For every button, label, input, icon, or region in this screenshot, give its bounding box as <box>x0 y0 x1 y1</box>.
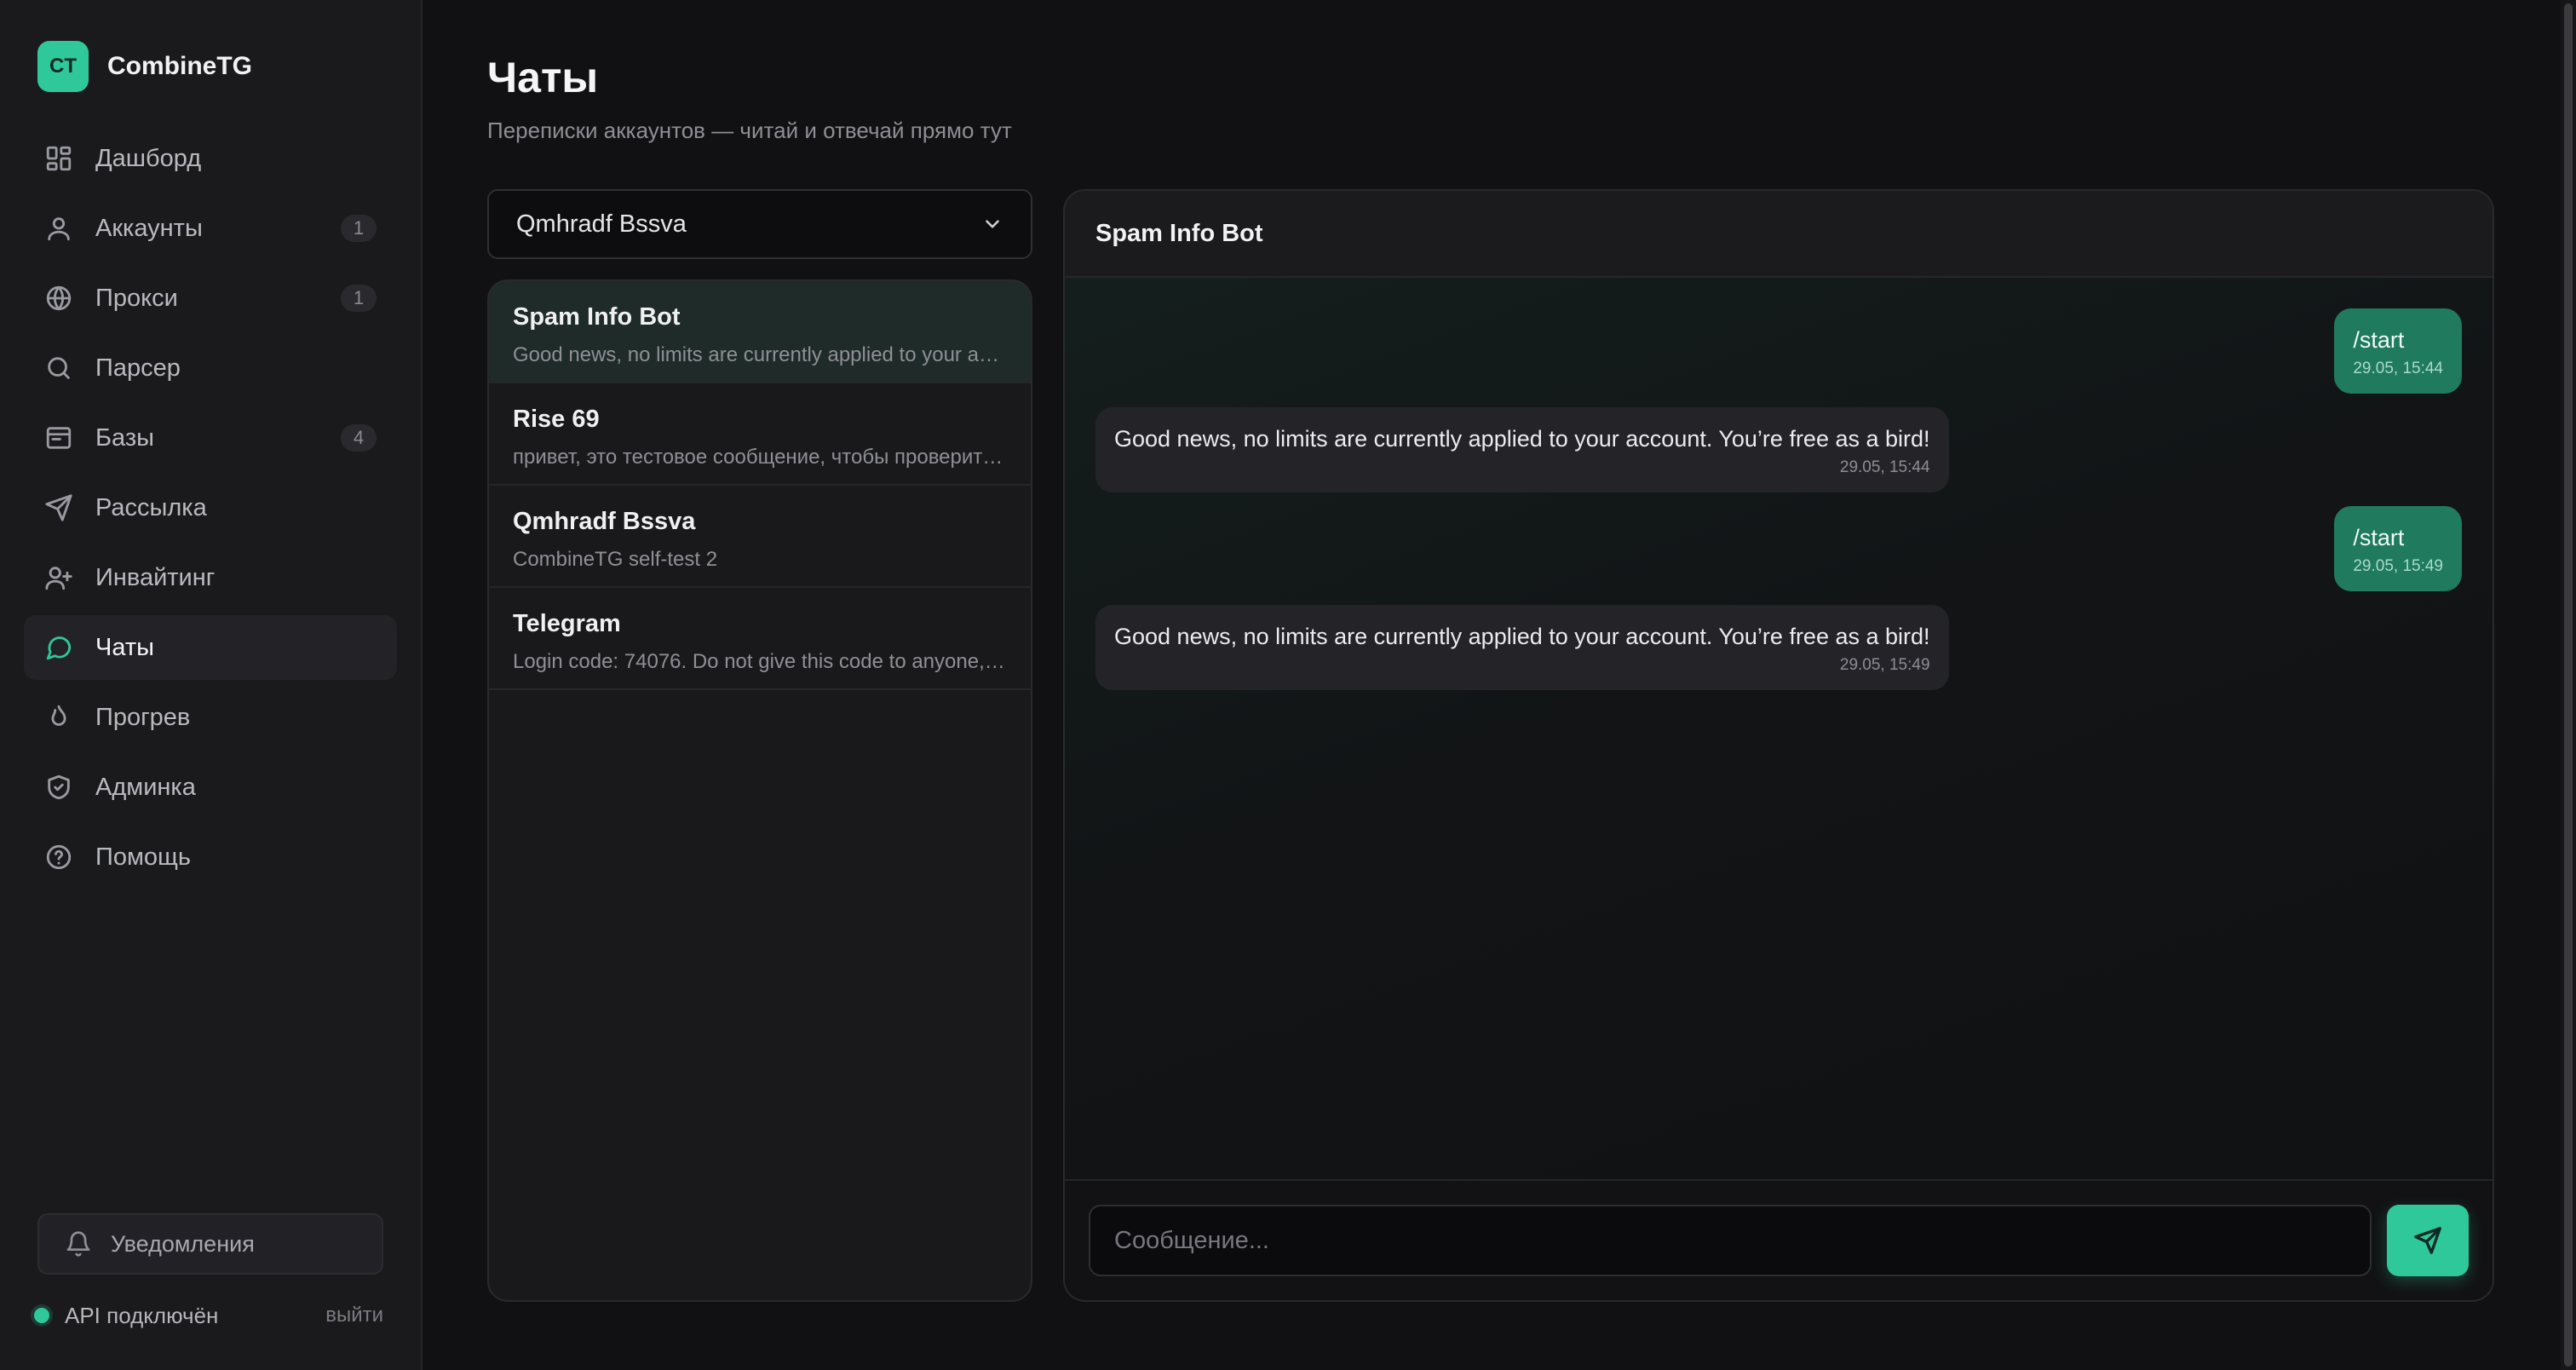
message-list: /start 29.05, 15:44 Good news, no limits a… <box>1095 308 2462 704</box>
chat-name: Rise 69 <box>513 406 600 433</box>
message-text: Good news, no limits are currently appli… <box>1114 624 1930 649</box>
flame-icon <box>44 703 73 732</box>
message-bubble[interactable]: Good news, no limits are currently appli… <box>1095 605 1949 690</box>
dashboard-icon <box>44 144 73 173</box>
message-bubble[interactable]: /start 29.05, 15:49 <box>2334 506 2462 591</box>
account-select-value: Qmhradf Bssva <box>516 210 687 238</box>
sidebar-item-label: Инвайтинг <box>95 563 216 591</box>
main-content: Чаты Переписки аккаунтов — читай и отвеч… <box>423 0 2576 1370</box>
search-icon <box>44 354 73 383</box>
sidebar-item-label: Прогрев <box>95 703 191 731</box>
sidebar-item-user-plus[interactable]: Инвайтинг <box>24 545 397 610</box>
sidebar-item-user[interactable]: Аккаунты 1 <box>24 196 397 261</box>
api-status: API подключён выйти <box>34 1298 383 1333</box>
notifications-label: Уведомления <box>111 1230 255 1257</box>
message-text: /start <box>2353 525 2405 550</box>
brand[interactable]: CT CombineTG <box>37 41 252 92</box>
count-badge: 1 <box>341 215 377 242</box>
chat-preview: Login code: 74076. Do not give this code… <box>513 650 1007 673</box>
message-bubble[interactable]: Good news, no limits are currently appli… <box>1095 407 1949 492</box>
incoming-message: Good news, no limits are currently appli… <box>1095 407 2462 492</box>
sidebar-nav: Дашборд Аккаунты 1 Прокси 1 Парсер Базы 4 Рассыл… <box>24 126 397 895</box>
sidebar-item-search[interactable]: Парсер <box>24 336 397 400</box>
chat-list-item[interactable]: Spam Info Bot Good news, no limits are cu… <box>489 281 1031 383</box>
chevron-down-icon <box>986 220 999 228</box>
chat-name: Telegram <box>513 610 621 637</box>
chat-preview: CombineTG self-test 2 <box>513 548 718 571</box>
sidebar-item-database[interactable]: Базы 4 <box>24 406 397 470</box>
count-badge: 1 <box>341 285 377 312</box>
chat-list-item[interactable]: Rise 69 привет, это тестовое сообщение, ч… <box>489 383 1031 486</box>
sidebar-item-label: Парсер <box>95 354 181 382</box>
brand-logo: CT <box>37 41 89 92</box>
sidebar-item-help[interactable]: Помощь <box>24 825 397 889</box>
brand-name: CombineTG <box>107 52 252 80</box>
outgoing-message: /start 29.05, 15:44 <box>1095 308 2462 394</box>
incoming-message: Good news, no limits are currently appli… <box>1095 605 2462 690</box>
chat-name: Qmhradf Bssva <box>513 508 696 535</box>
user-plus-icon <box>44 563 73 592</box>
sidebar-item-label: Аккаунты <box>95 214 203 242</box>
sidebar: CT CombineTG Дашборд Аккаунты 1 Прокси 1 Парс… <box>0 0 423 1370</box>
outgoing-message: /start 29.05, 15:49 <box>1095 506 2462 591</box>
app-window: CT CombineTG Дашборд Аккаунты 1 Прокси 1 Парс… <box>0 0 2576 1370</box>
help-icon <box>44 843 73 872</box>
message-timestamp: 29.05, 15:44 <box>2353 360 2443 377</box>
sidebar-item-send[interactable]: Рассылка <box>24 475 397 540</box>
page-title: Чаты <box>487 54 599 101</box>
chat-list: Spam Info Bot Good news, no limits are cu… <box>487 279 1032 1302</box>
message-timestamp: 29.05, 15:49 <box>1839 656 1930 674</box>
logout-link[interactable]: выйти <box>325 1304 383 1327</box>
sidebar-item-label: Админка <box>95 773 196 801</box>
globe-icon <box>44 284 73 313</box>
chat-name: Spam Info Bot <box>513 303 681 331</box>
message-input[interactable] <box>1089 1205 2372 1276</box>
account-select[interactable]: Qmhradf Bssva <box>487 189 1032 259</box>
notifications-button[interactable]: Уведомления <box>37 1213 383 1275</box>
send-button[interactable] <box>2387 1205 2469 1276</box>
sidebar-item-label: Чаты <box>95 633 154 661</box>
sidebar-item-label: Базы <box>95 423 154 452</box>
message-bubble[interactable]: /start 29.05, 15:44 <box>2334 308 2462 394</box>
shield-icon <box>44 773 73 802</box>
sidebar-item-flame[interactable]: Прогрев <box>24 685 397 750</box>
composer <box>1065 1179 2493 1300</box>
page-scrollbar[interactable] <box>2561 0 2576 1370</box>
count-badge: 4 <box>341 424 377 452</box>
sidebar-item-label: Рассылка <box>95 493 207 521</box>
api-status-text: API подключён <box>65 1302 219 1328</box>
scrollbar-thumb[interactable] <box>2564 3 2573 1367</box>
status-dot <box>34 1308 49 1323</box>
sidebar-item-globe[interactable]: Прокси 1 <box>24 266 397 331</box>
conversation-panel: Spam Info Bot /start 29.05, 15:44 Good new… <box>1063 189 2494 1302</box>
message-text: Good news, no limits are currently appli… <box>1114 426 1930 452</box>
database-icon <box>44 423 73 452</box>
sidebar-item-label: Дашборд <box>95 144 202 172</box>
chat-preview: Good news, no limits are currently appli… <box>513 343 1007 366</box>
sidebar-item-chat[interactable]: Чаты <box>24 615 397 680</box>
conversation-title: Spam Info Bot <box>1065 191 2493 278</box>
send-icon <box>2414 1227 2441 1254</box>
chat-icon <box>44 633 73 662</box>
page-subtitle: Переписки аккаунтов — читай и отвечай пр… <box>487 118 1012 143</box>
chat-list-item[interactable]: Telegram Login code: 74076. Do not give t… <box>489 588 1031 690</box>
sidebar-item-shield[interactable]: Админка <box>24 755 397 820</box>
chat-preview: привет, это тестовое сообщение, чтобы пр… <box>513 446 1007 469</box>
sidebar-item-dashboard[interactable]: Дашборд <box>24 126 397 191</box>
sidebar-item-label: Прокси <box>95 284 178 312</box>
message-timestamp: 29.05, 15:44 <box>1839 458 1930 476</box>
send-icon <box>44 493 73 522</box>
user-icon <box>44 214 73 243</box>
bell-icon <box>66 1231 90 1257</box>
message-timestamp: 29.05, 15:49 <box>2353 557 2443 575</box>
message-text: /start <box>2353 327 2405 353</box>
chat-list-item[interactable]: Qmhradf Bssva CombineTG self-test 2 <box>489 486 1031 588</box>
sidebar-item-label: Помощь <box>95 843 192 871</box>
